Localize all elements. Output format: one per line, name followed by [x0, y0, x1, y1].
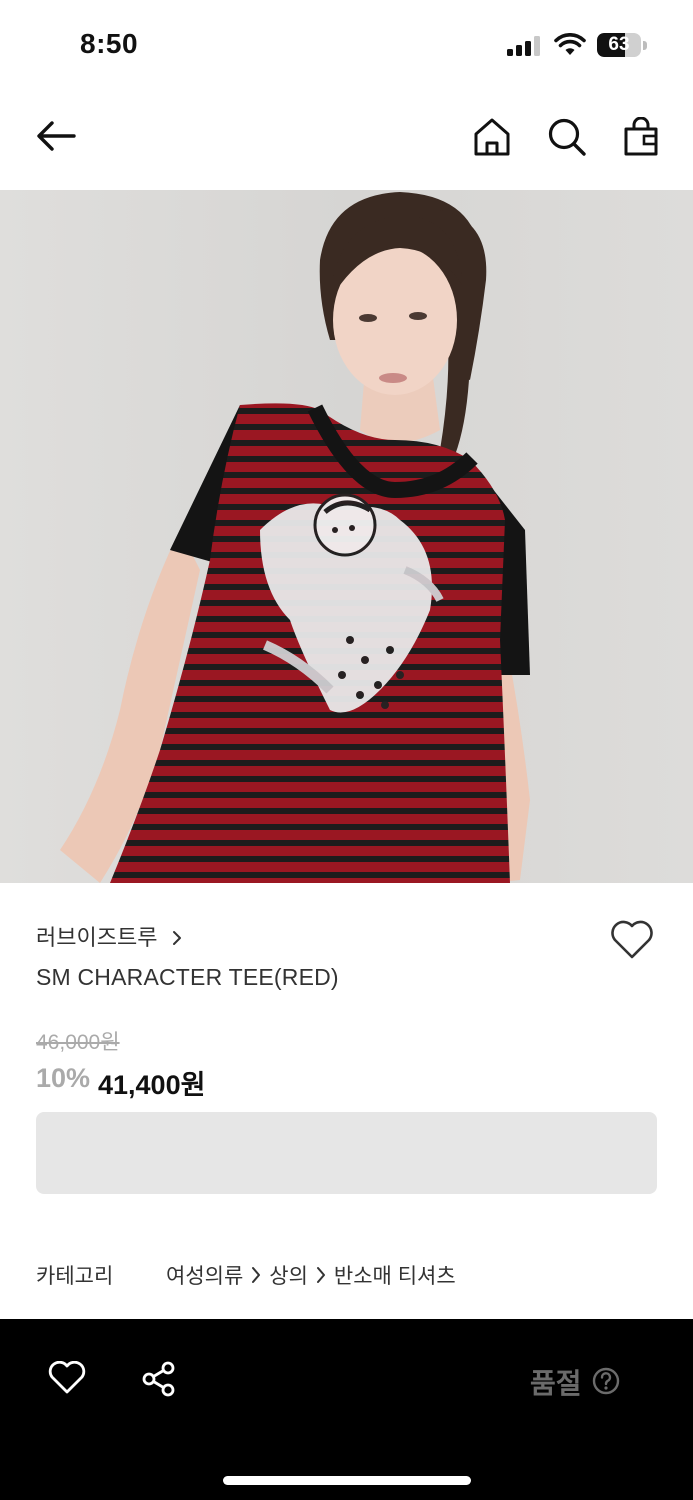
option-placeholder-box	[36, 1112, 657, 1194]
brand-link[interactable]: 러브이즈트루	[36, 920, 182, 952]
chevron-right-icon	[316, 1267, 325, 1283]
original-price: 46,000원	[36, 1031, 120, 1054]
chevron-right-icon	[252, 1267, 261, 1283]
wifi-icon	[554, 33, 586, 55]
back-arrow-icon[interactable]	[34, 118, 78, 154]
category-level-2[interactable]: 상의	[269, 1260, 308, 1290]
wishlist-heart-icon[interactable]	[610, 920, 654, 965]
category-label: 카테고리	[36, 1265, 114, 1288]
bottom-action-bar	[0, 1319, 693, 1500]
brand-name: 러브이즈트루	[36, 925, 158, 950]
product-name: SM CHARACTER TEE(RED)	[36, 964, 339, 990]
category-level-3[interactable]: 반소매 티셔츠	[334, 1260, 456, 1290]
category-level-1[interactable]: 여성의류	[166, 1260, 243, 1290]
chevron-right-icon	[172, 926, 182, 952]
shopping-bag-icon[interactable]	[623, 117, 659, 157]
battery-level: 63	[608, 34, 630, 55]
like-heart-icon[interactable]	[48, 1360, 86, 1400]
search-icon[interactable]	[547, 117, 587, 157]
share-icon[interactable]	[140, 1360, 178, 1403]
discount-rate: 10%	[36, 1063, 91, 1093]
home-indicator[interactable]	[223, 1476, 471, 1485]
status-time: 8:50	[80, 28, 139, 59]
category-breadcrumb: 여성의류 상의 반소매 티셔츠	[166, 1260, 456, 1290]
home-icon[interactable]	[473, 117, 511, 157]
question-circle-icon[interactable]	[592, 1367, 620, 1400]
product-image[interactable]	[0, 190, 693, 883]
signal-icon	[507, 36, 540, 56]
sale-price: 41,400원	[98, 1070, 206, 1100]
battery-indicator: 63	[597, 33, 647, 59]
soldout-label: 품절	[530, 1368, 582, 1399]
